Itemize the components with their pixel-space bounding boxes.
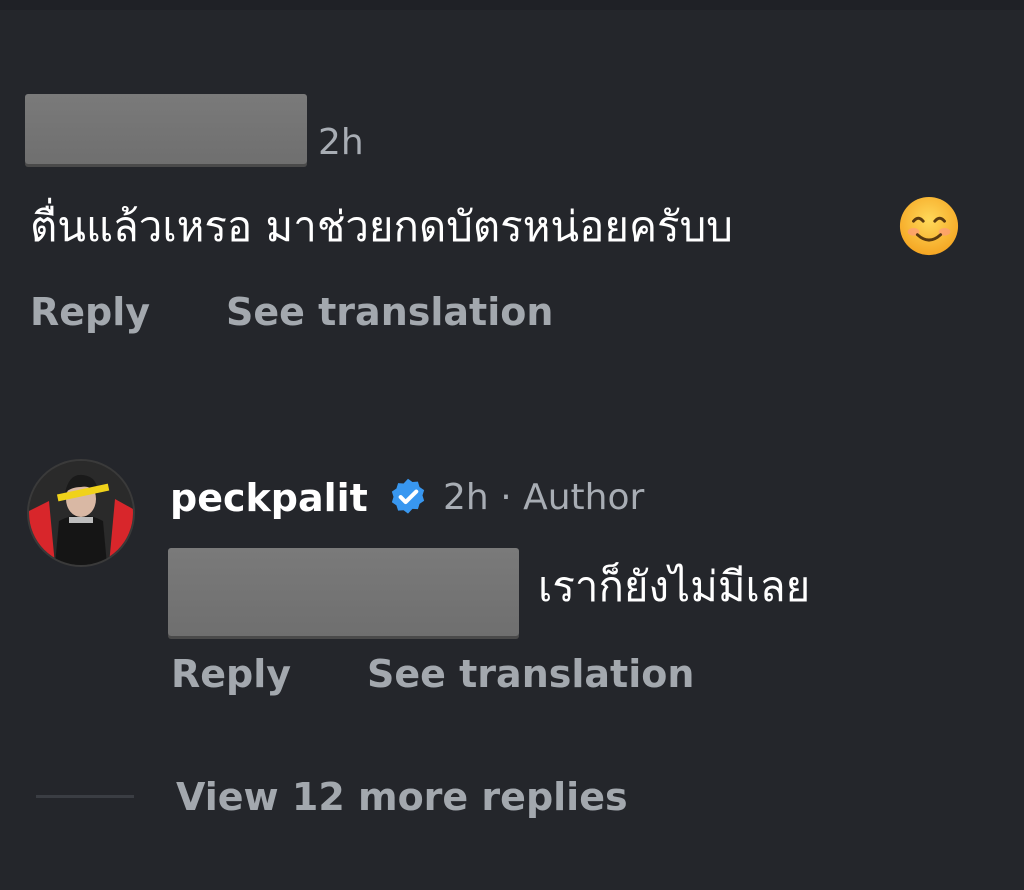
author-label: Author [523,477,645,518]
redacted-username [25,94,307,164]
see-translation-button[interactable]: See translation [367,655,694,693]
avatar-image [29,461,133,565]
view-more-replies-button[interactable]: View 12 more replies [176,778,628,816]
top-divider [0,0,1024,10]
avatar[interactable] [29,461,133,565]
verified-badge-icon [391,478,425,514]
reply-button[interactable]: Reply [30,293,150,331]
reply-text: เราก็ยังไม่มีเลย [538,562,811,611]
comment-text: ตื่นแล้วเหรอ มาช่วยกดบัตรหน่อยครับบ [30,202,733,251]
smiling-face-emoji [899,196,959,256]
replies-divider [36,795,134,798]
reply-time: 2h [443,477,489,518]
reply-button[interactable]: Reply [171,655,291,693]
reply-meta: 2h · Author [443,480,644,516]
comment-time: 2h [318,122,364,163]
username[interactable]: peckpalit [170,479,368,517]
see-translation-button[interactable]: See translation [226,293,553,331]
meta-separator: · [500,477,512,518]
redacted-mention [168,548,519,636]
